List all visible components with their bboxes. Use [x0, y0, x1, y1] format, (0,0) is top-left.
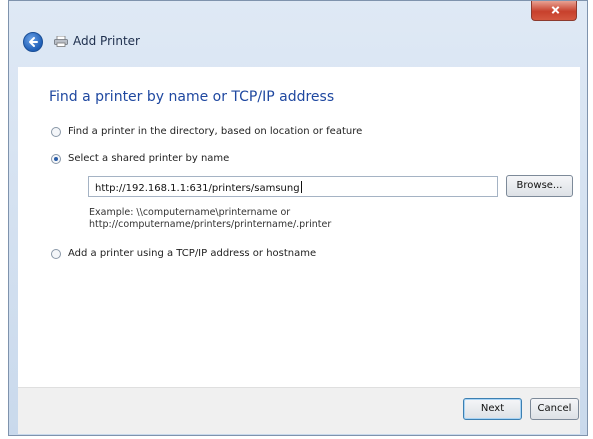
- next-button[interactable]: Next: [463, 398, 522, 420]
- wizard-content: Find a printer by name or TCP/IP address…: [18, 67, 580, 387]
- option-shared-printer-label: Select a shared printer by name: [68, 153, 230, 164]
- radio-shared-printer[interactable]: [51, 153, 61, 164]
- example-line-1: Example: \\computername\printername or: [89, 207, 291, 218]
- radio-directory-search[interactable]: [51, 126, 61, 137]
- add-printer-window: Add Printer Find a printer by name or TC…: [8, 0, 588, 436]
- option-directory-search[interactable]: Find a printer in the directory, based o…: [51, 126, 362, 137]
- option-tcpip[interactable]: Add a printer using a TCP/IP address or …: [51, 248, 316, 259]
- example-text: Example: \\computername\printername or h…: [89, 207, 331, 231]
- example-line-2: http://computername/printers/printername…: [89, 219, 332, 230]
- button-bar: Next Cancel: [18, 387, 580, 434]
- radio-tcpip[interactable]: [51, 248, 61, 259]
- option-tcpip-label: Add a printer using a TCP/IP address or …: [68, 248, 317, 259]
- printer-icon: [54, 36, 68, 47]
- close-icon[interactable]: [531, 1, 577, 21]
- option-shared-printer[interactable]: Select a shared printer by name: [51, 153, 229, 164]
- window-title: Add Printer: [73, 34, 140, 48]
- page-heading: Find a printer by name or TCP/IP address: [49, 89, 335, 105]
- cancel-button[interactable]: Cancel: [530, 398, 579, 420]
- browse-button[interactable]: Browse...: [506, 175, 573, 197]
- back-arrow-icon[interactable]: [23, 32, 43, 52]
- option-directory-search-label: Find a printer in the directory, based o…: [68, 126, 363, 137]
- printer-path-input[interactable]: http://192.168.1.1:631/printers/samsung: [88, 176, 498, 197]
